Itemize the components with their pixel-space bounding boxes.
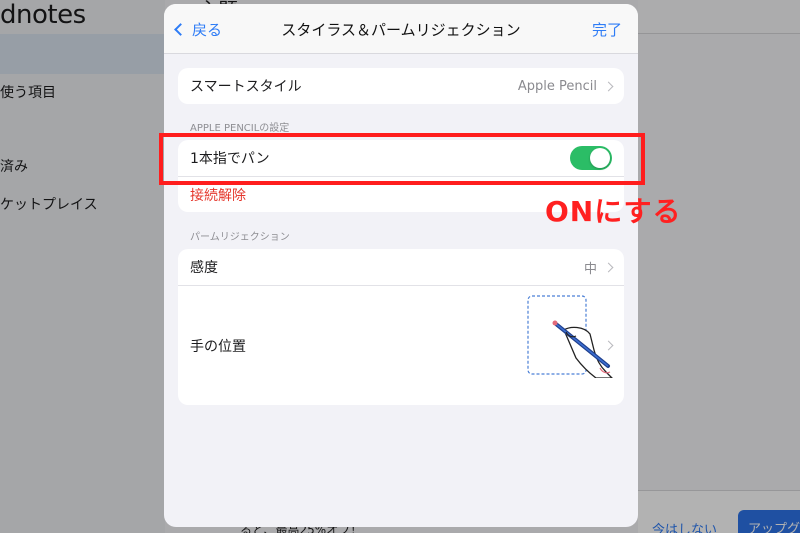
smart-style-row[interactable]: スマートスタイル Apple Pencil [178, 68, 624, 104]
smart-style-value-text: Apple Pencil [517, 78, 597, 94]
smart-style-group: スマートスタイル Apple Pencil [178, 68, 624, 104]
annotation-text: ONにする [545, 195, 682, 228]
smart-style-value: Apple Pencil [517, 78, 614, 94]
stylus-settings-modal: 戻る スタイラス＆パームリジェクション 完了 スマートスタイル Apple Pe… [164, 4, 638, 527]
annotation-highlight-box [159, 133, 645, 185]
hand-position-label: 手の位置 [190, 338, 246, 355]
sensitivity-label: 感度 [190, 260, 218, 276]
chevron-right-icon [603, 81, 614, 91]
hand-position-row[interactable]: 手の位置 [178, 285, 624, 405]
sensitivity-row[interactable]: 感度 中 [178, 249, 624, 285]
hand-position-illustration [527, 295, 613, 378]
modal-nav-bar: 戻る スタイラス＆パームリジェクション 完了 [164, 4, 638, 54]
modal-title: スタイラス＆パームリジェクション [281, 21, 521, 39]
palm-rejection-section-label: パームリジェクション [190, 232, 290, 243]
sensitivity-value: 中 [583, 258, 614, 277]
done-button[interactable]: 完了 [592, 19, 622, 40]
disconnect-button[interactable]: 接続解除 [190, 185, 246, 205]
chevron-right-icon [603, 262, 614, 272]
sensitivity-value-text: 中 [583, 261, 597, 277]
apple-pencil-section-label: APPLE PENCILの設定 [190, 123, 290, 134]
palm-rejection-group: 感度 中 手の位置 [178, 249, 624, 405]
smart-style-label: スマートスタイル [190, 79, 302, 95]
